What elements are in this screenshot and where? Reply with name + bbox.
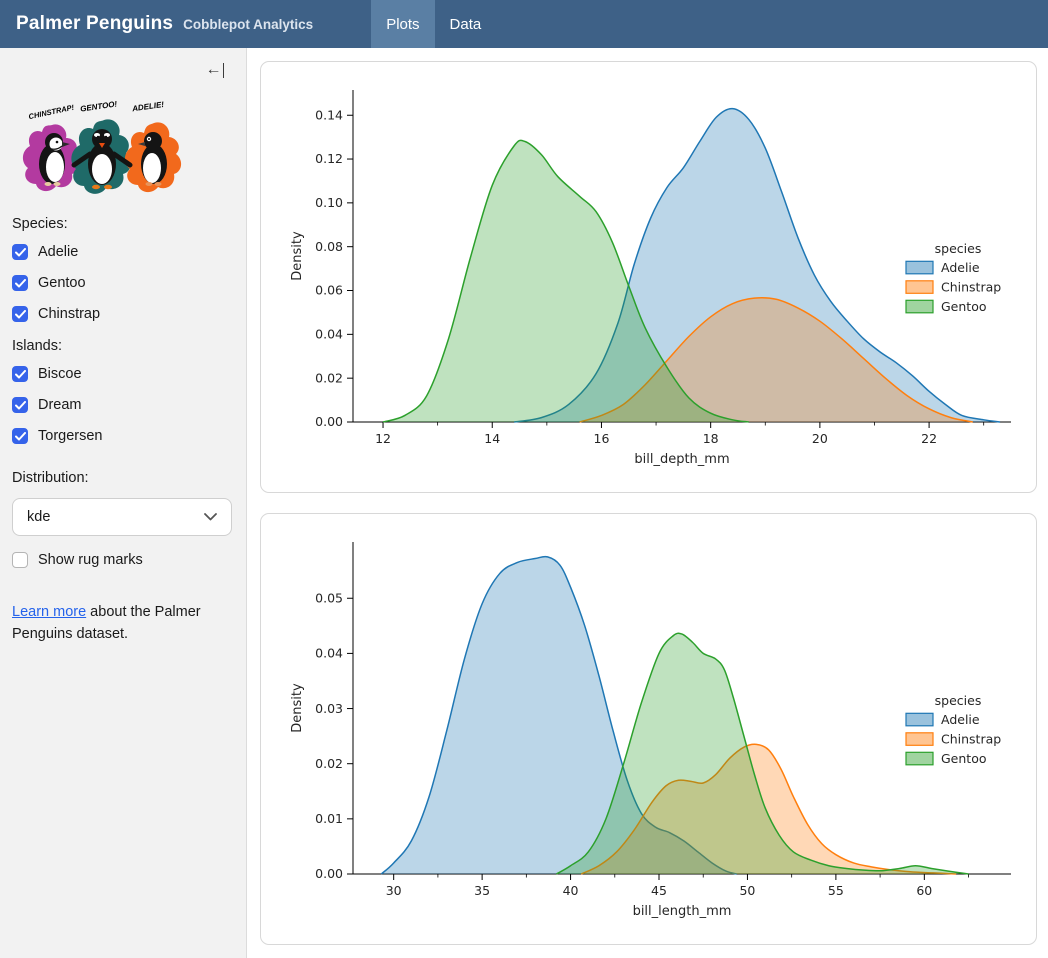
svg-text:12: 12 [375,431,391,446]
chart-svg: 30 35 40 45 50 55 60 0.00 0.01 0.02 0.03 0.04 0.05 bi… [261,514,1037,944]
legend-swatch [906,733,933,746]
card-bill-length: 30 35 40 45 50 55 60 0.00 0.01 0.02 0.03 0.04 0.05 bi… [260,513,1037,945]
legend-label: Adelie [941,260,980,275]
card-bill-depth: 12 14 16 18 20 22 0.00 0.02 0.04 0.06 0.08 0.10 0.12… [260,61,1037,493]
distribution-label: Distribution: [12,470,234,486]
check-icon [12,244,28,260]
x-axis-label: bill_depth_mm [634,452,729,467]
tab-data[interactable]: Data [435,0,497,48]
svg-text:50: 50 [739,883,755,898]
legend-label: Gentoo [941,299,987,314]
islands-group-label: Islands: [12,338,234,354]
checkbox-dream[interactable]: Dream [12,397,234,413]
svg-text:0.12: 0.12 [315,151,343,166]
checkbox-label: Torgersen [38,428,102,444]
checkbox-chinstrap[interactable]: Chinstrap [12,306,234,322]
y-axis-label: Density [290,231,305,281]
checkbox-label: Adelie [38,244,78,260]
checkbox-show-rug-marks[interactable]: Show rug marks [12,552,234,568]
svg-text:14: 14 [484,431,500,446]
svg-text:16: 16 [594,431,610,446]
svg-text:0.10: 0.10 [315,195,343,210]
chart-bill-depth: 12 14 16 18 20 22 0.00 0.02 0.04 0.06 0.08 0.10 0.12… [261,62,1037,492]
legend-label: Gentoo [941,751,987,766]
svg-text:0.05: 0.05 [315,590,343,605]
checkbox-label: Biscoe [38,366,82,382]
svg-text:0.14: 0.14 [315,107,343,122]
svg-text:35: 35 [474,883,490,898]
svg-text:0.03: 0.03 [315,701,343,716]
brand: Palmer Penguins Cobblepot Analytics [0,0,329,48]
x-axis-label: bill_length_mm [633,904,732,919]
legend-swatch [906,281,933,294]
svg-text:0.08: 0.08 [315,239,343,254]
svg-text:0.00: 0.00 [315,866,343,881]
legend-swatch [906,752,933,765]
legend-label: Chinstrap [941,280,1001,295]
chevron-down-icon [204,513,217,521]
legend: species Adelie Chinstrap Gentoo [906,241,1001,314]
checkbox-adelie[interactable]: Adelie [12,244,234,260]
distribution-select[interactable]: kde [12,498,232,536]
svg-text:45: 45 [651,883,667,898]
svg-text:0.04: 0.04 [315,327,343,342]
svg-text:0.06: 0.06 [315,283,343,298]
sidebar-footer: Learn more about the Palmer Penguins dat… [12,602,224,646]
checkbox-label: Chinstrap [38,306,100,322]
app-subtitle: Cobblepot Analytics [183,17,313,32]
legend-swatch [906,713,933,726]
svg-text:0.02: 0.02 [315,370,343,385]
legend: species Adelie Chinstrap Gentoo [906,693,1001,766]
checkbox-label: Dream [38,397,82,413]
chart-svg: 12 14 16 18 20 22 0.00 0.02 0.04 0.06 0.08 0.10 0.12… [261,62,1037,492]
tab-plots[interactable]: Plots [371,0,434,48]
distribution-select-value: kde [27,509,50,525]
svg-text:40: 40 [563,883,579,898]
main-content: 12 14 16 18 20 22 0.00 0.02 0.04 0.06 0.08 0.10 0.12… [247,48,1048,958]
species-group-label: Species: [12,216,234,232]
checkbox-label: Gentoo [38,275,86,291]
svg-text:30: 30 [386,883,402,898]
legend-swatch [906,261,933,274]
legend-title: species [935,693,982,708]
legend-swatch [906,300,933,313]
checkbox-torgersen[interactable]: Torgersen [12,428,234,444]
artwork-label-chinstrap: CHINSTRAP! [28,103,76,122]
sidebar: ← [0,48,247,958]
svg-text:20: 20 [812,431,828,446]
artwork-label-adelie: ADELIE! [131,100,165,114]
check-icon [12,366,28,382]
svg-text:0.00: 0.00 [315,414,343,429]
svg-text:55: 55 [828,883,844,898]
navbar: Palmer Penguins Cobblepot Analytics Plot… [0,0,1048,48]
check-icon [12,552,28,568]
check-icon [12,306,28,322]
checkbox-gentoo[interactable]: Gentoo [12,275,234,291]
artwork-label-gentoo: GENTOO! [80,99,118,113]
svg-text:18: 18 [703,431,719,446]
nav-tabs: Plots Data [371,0,496,48]
legend-label: Adelie [941,712,980,727]
svg-text:0.02: 0.02 [315,756,343,771]
checkbox-label: Show rug marks [38,552,143,568]
learn-more-link[interactable]: Learn more [12,604,86,620]
legend-label: Chinstrap [941,732,1001,747]
app-title: Palmer Penguins [16,13,173,35]
svg-text:60: 60 [916,883,932,898]
chart-bill-length: 30 35 40 45 50 55 60 0.00 0.01 0.02 0.03 0.04 0.05 bi… [261,514,1037,944]
svg-text:0.01: 0.01 [315,811,343,826]
sidebar-collapse-button[interactable]: ← [206,62,225,78]
check-icon [12,428,28,444]
y-axis-label: Density [290,683,305,733]
legend-title: species [935,241,982,256]
checkbox-biscoe[interactable]: Biscoe [12,366,234,382]
arrow-to-left-bar-icon: ← [206,62,222,78]
svg-text:0.04: 0.04 [315,646,343,661]
check-icon [12,397,28,413]
svg-text:22: 22 [921,431,937,446]
check-icon [12,275,28,291]
penguins-artwork: CHINSTRAP! GENTOO! ADELIE! [14,92,190,200]
